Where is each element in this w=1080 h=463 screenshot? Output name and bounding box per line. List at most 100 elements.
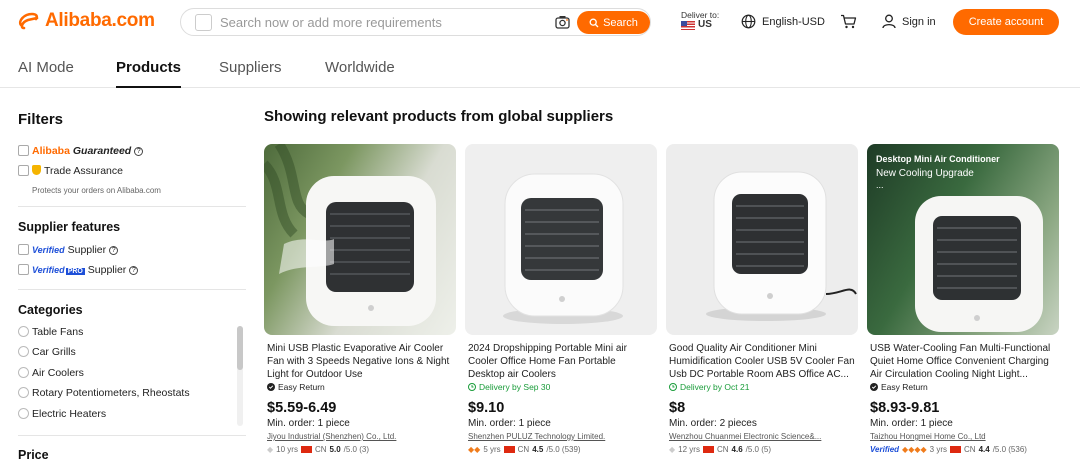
divider bbox=[18, 435, 246, 436]
china-flag-icon bbox=[950, 446, 961, 453]
diamond-icon: ◆ bbox=[267, 445, 274, 454]
delivery-badge: Delivery by Sep 30 bbox=[468, 382, 550, 392]
price-title: Price bbox=[18, 448, 49, 462]
easy-return-badge: Easy Return bbox=[267, 382, 325, 392]
supplier-link[interactable]: Wenzhou Chuanmei Electronic Science&... bbox=[669, 432, 856, 441]
category-radio[interactable] bbox=[18, 367, 29, 378]
verified-supplier-checkbox[interactable] bbox=[18, 244, 29, 255]
filters-title: Filters bbox=[18, 111, 64, 128]
verified-pro-label: Verified PRO Supplier? bbox=[32, 264, 139, 276]
min-order: Min. order: 1 piece bbox=[267, 418, 350, 429]
product-image[interactable] bbox=[264, 144, 456, 335]
sign-in-link[interactable]: Sign in bbox=[882, 14, 936, 29]
product-card[interactable]: 2024 Dropshipping Portable Mini air Cool… bbox=[465, 144, 657, 463]
trade-assurance-checkbox[interactable] bbox=[18, 165, 29, 176]
tab-products[interactable]: Products bbox=[116, 59, 182, 88]
category-electric-heaters[interactable]: Electric Heaters bbox=[32, 408, 106, 420]
tab-suppliers[interactable]: Suppliers bbox=[219, 59, 282, 76]
divider bbox=[18, 289, 246, 290]
filters-sidebar: Filters Alibaba Guaranteed? Trade Assura… bbox=[18, 88, 248, 463]
guaranteed-label: Alibaba Guaranteed? bbox=[32, 145, 144, 157]
alibaba-logo[interactable]: Alibaba.com bbox=[18, 10, 155, 32]
supplier-meta: ◆ 10 yrs CN 5.0/5.0 (3) bbox=[267, 445, 369, 454]
product-title[interactable]: Good Quality Air Conditioner Mini Humidi… bbox=[669, 342, 856, 381]
product-card[interactable]: Good Quality Air Conditioner Mini Humidi… bbox=[666, 144, 858, 463]
category-radio[interactable] bbox=[18, 408, 29, 419]
guaranteed-checkbox[interactable] bbox=[18, 145, 29, 156]
alibaba-logo-icon bbox=[18, 12, 39, 30]
supplier-link[interactable]: Shenzhen PULUZ Technology Limited. bbox=[468, 432, 655, 441]
product-price: $5.59-6.49 bbox=[267, 400, 337, 416]
category-air-coolers[interactable]: Air Coolers bbox=[32, 367, 84, 379]
help-icon[interactable]: ? bbox=[134, 147, 144, 156]
language-selector[interactable]: English-USD bbox=[741, 14, 825, 29]
diamond-icon: ◆ bbox=[669, 445, 676, 454]
deliver-to[interactable]: Deliver to: US bbox=[681, 10, 719, 30]
clock-icon bbox=[669, 383, 677, 391]
supplier-link[interactable]: Jiyou Industrial (Shenzhen) Co., Ltd. bbox=[267, 432, 454, 441]
tab-worldwide[interactable]: Worldwide bbox=[325, 59, 395, 76]
product-image[interactable]: Desktop Mini Air Conditioner New Cooling… bbox=[867, 144, 1059, 335]
category-potentiometers[interactable]: Rotary Potentiometers, Rheostats bbox=[32, 387, 190, 399]
top-header: Alibaba.com Search now or add more requi… bbox=[0, 0, 1080, 44]
categories-scrollbar[interactable] bbox=[237, 326, 243, 426]
help-icon[interactable]: ? bbox=[129, 266, 139, 275]
product-title[interactable]: 2024 Dropshipping Portable Mini air Cool… bbox=[468, 342, 655, 381]
diamond-icon: ◆◆ bbox=[468, 445, 481, 454]
min-order: Min. order: 1 piece bbox=[870, 418, 953, 429]
supplier-meta: Verified ◆◆◆◆ 3 yrs CN 4.4/5.0 (536) bbox=[870, 445, 1027, 454]
product-price: $9.10 bbox=[468, 400, 505, 416]
results-heading: Showing relevant products from global su… bbox=[264, 108, 614, 125]
product-card[interactable]: Mini USB Plastic Evaporative Air Cooler … bbox=[264, 144, 456, 463]
diamond-icon: ◆◆◆◆ bbox=[902, 445, 927, 454]
min-order: Min. order: 2 pieces bbox=[669, 418, 757, 429]
search-tabs: AI Mode Products Suppliers Worldwide bbox=[0, 44, 1080, 88]
supplier-features-title: Supplier features bbox=[18, 220, 121, 234]
verified-badge: Verified bbox=[870, 445, 900, 454]
product-image[interactable] bbox=[666, 144, 858, 335]
tab-ai-mode[interactable]: AI Mode bbox=[18, 59, 74, 76]
logo-text: Alibaba.com bbox=[45, 10, 155, 31]
divider bbox=[18, 206, 246, 207]
help-icon[interactable]: ? bbox=[109, 246, 119, 255]
product-price: $8 bbox=[669, 400, 686, 416]
product-price: $8.93-9.81 bbox=[870, 400, 940, 416]
product-image[interactable] bbox=[465, 144, 657, 335]
product-title[interactable]: Mini USB Plastic Evaporative Air Cooler … bbox=[267, 342, 454, 381]
china-flag-icon bbox=[702, 446, 714, 453]
verified-pro-checkbox[interactable] bbox=[18, 264, 29, 275]
deliver-country: US bbox=[698, 19, 712, 30]
cart-icon[interactable] bbox=[840, 14, 857, 34]
ai-mode-toggle-icon[interactable] bbox=[195, 14, 212, 31]
user-icon bbox=[882, 14, 896, 29]
search-input[interactable]: Search now or add more requirements bbox=[220, 15, 442, 30]
image-search-icon[interactable] bbox=[555, 15, 570, 34]
china-flag-icon bbox=[503, 446, 515, 453]
category-table-fans[interactable]: Table Fans bbox=[32, 326, 83, 338]
categories-title: Categories bbox=[18, 303, 83, 317]
category-radio[interactable] bbox=[18, 326, 29, 337]
return-icon bbox=[870, 383, 878, 391]
verified-supplier-label: Verified Supplier? bbox=[32, 244, 119, 256]
product-card[interactable]: Desktop Mini Air Conditioner New Cooling… bbox=[867, 144, 1059, 463]
search-bar: Search now or add more requirements Sear… bbox=[180, 8, 651, 36]
create-account-button[interactable]: Create account bbox=[953, 9, 1059, 35]
globe-icon bbox=[741, 14, 756, 29]
easy-return-badge: Easy Return bbox=[870, 382, 928, 392]
supplier-meta: ◆ 12 yrs CN 4.6/5.0 (5) bbox=[669, 445, 771, 454]
search-button[interactable]: Search bbox=[577, 11, 650, 34]
supplier-link[interactable]: Taizhou Hongmei Home Co., Ltd bbox=[870, 432, 1057, 441]
shield-icon bbox=[32, 165, 41, 175]
clock-icon bbox=[468, 383, 476, 391]
supplier-meta: ◆◆ 5 yrs CN 4.5/5.0 (539) bbox=[468, 445, 581, 454]
language-label: English-USD bbox=[762, 15, 825, 28]
product-title[interactable]: USB Water-Cooling Fan Multi-Functional Q… bbox=[870, 342, 1057, 381]
category-car-grills[interactable]: Car Grills bbox=[32, 346, 76, 358]
category-radio[interactable] bbox=[18, 387, 29, 398]
category-radio[interactable] bbox=[18, 346, 29, 357]
scrollbar-thumb[interactable] bbox=[237, 326, 243, 370]
us-flag-icon bbox=[681, 20, 695, 30]
search-icon bbox=[589, 18, 599, 27]
sign-in-label: Sign in bbox=[902, 15, 936, 28]
min-order: Min. order: 1 piece bbox=[468, 418, 551, 429]
